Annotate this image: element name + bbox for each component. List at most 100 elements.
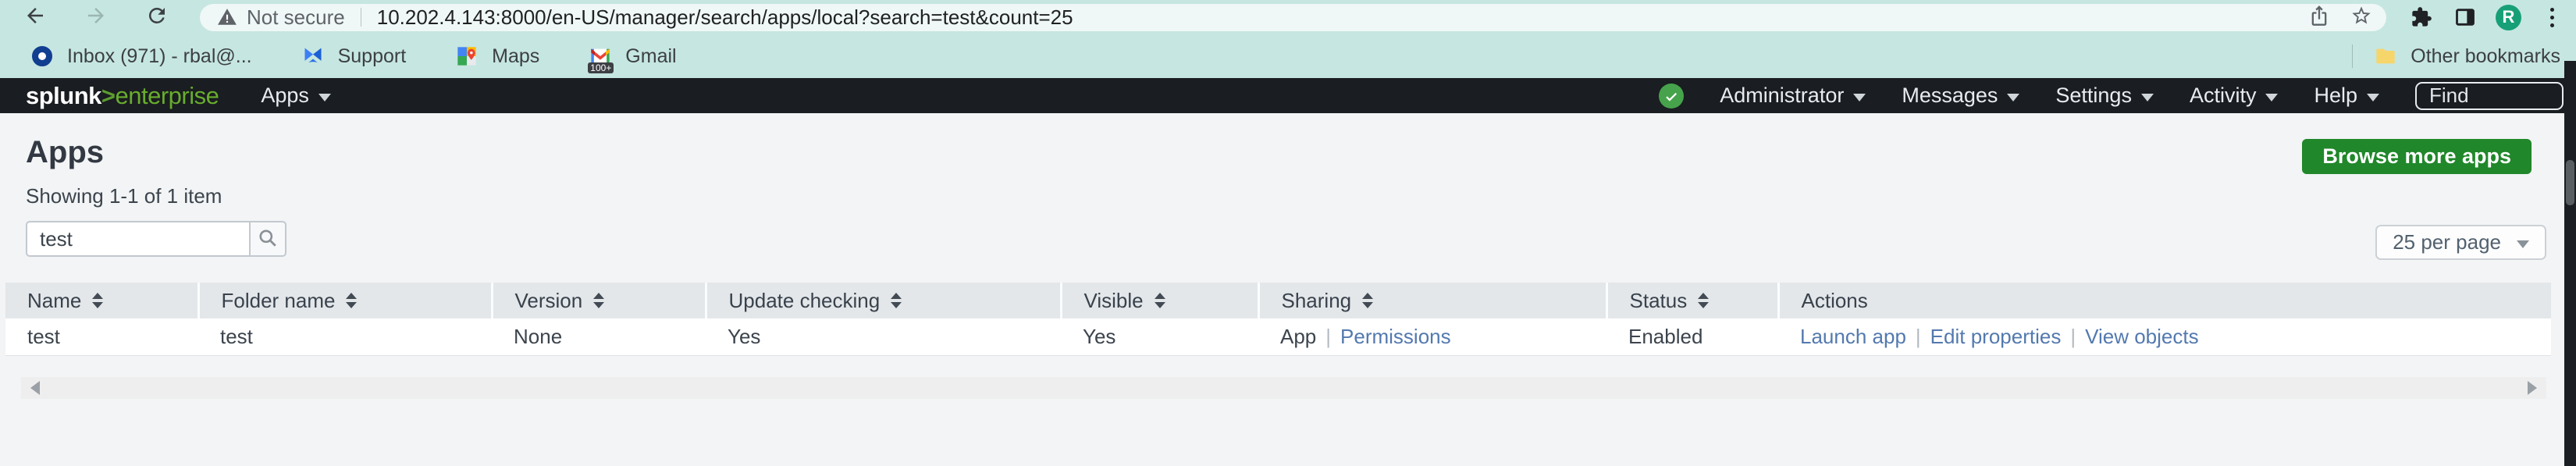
bookmark-support[interactable]: Support	[302, 44, 407, 68]
side-panel-icon[interactable]	[2452, 4, 2478, 30]
administrator-menu-label: Administrator	[1720, 84, 1845, 107]
browser-toolbar: Not secure 10.202.4.143:8000/en-US/manag…	[0, 0, 2576, 34]
sort-icon	[92, 293, 104, 308]
sort-icon	[1362, 293, 1374, 308]
cell-visible: Yes	[1061, 318, 1258, 356]
sort-icon	[1698, 293, 1710, 308]
page-title: Apps	[26, 135, 104, 169]
column-header-sharing[interactable]: Sharing	[1258, 283, 1608, 318]
bookmark-inbox[interactable]: Inbox (971) - rbal@...	[31, 45, 252, 68]
bookmarks-divider	[2352, 44, 2354, 68]
per-page-dropdown[interactable]: 25 per page	[2375, 225, 2546, 260]
chevron-down-icon	[318, 93, 331, 101]
chevron-down-icon	[2367, 93, 2379, 101]
folder-icon	[2375, 45, 2396, 67]
settings-menu[interactable]: Settings	[2055, 84, 2154, 108]
per-page-label: 25 per page	[2393, 230, 2501, 254]
column-header-status[interactable]: Status	[1606, 283, 1780, 318]
sort-icon	[1154, 293, 1165, 308]
cell-folder-name: test	[198, 318, 492, 356]
browse-more-apps-button[interactable]: Browse more apps	[2302, 139, 2532, 174]
chevron-down-icon	[2517, 240, 2529, 248]
activity-menu[interactable]: Activity	[2190, 84, 2279, 108]
browser-window: Not secure 10.202.4.143:8000/en-US/manag…	[0, 0, 2576, 466]
bookmark-maps[interactable]: Maps	[456, 45, 539, 68]
bookmark-label: Support	[337, 44, 407, 67]
scroll-right-icon[interactable]	[2528, 380, 2537, 395]
administrator-menu[interactable]: Administrator	[1720, 84, 1866, 108]
sort-icon	[346, 293, 358, 308]
back-button[interactable]	[20, 2, 50, 32]
scroll-left-icon[interactable]	[30, 380, 40, 395]
bookmark-label: Maps	[492, 44, 540, 67]
vertical-scrollbar[interactable]	[2564, 61, 2576, 466]
bookmark-label: Gmail	[625, 44, 677, 67]
maps-icon	[456, 45, 478, 67]
reload-icon	[145, 4, 169, 31]
sort-icon	[593, 293, 605, 308]
bookmark-star-icon[interactable]	[2350, 5, 2372, 30]
url-text[interactable]: 10.202.4.143:8000/en-US/manager/search/a…	[377, 5, 2296, 30]
view-objects-link[interactable]: View objects	[2085, 325, 2199, 348]
address-bar[interactable]: Not secure 10.202.4.143:8000/en-US/manag…	[200, 3, 2386, 31]
help-menu-label: Help	[2314, 84, 2357, 107]
sharing-type: App	[1280, 324, 1317, 348]
messages-menu[interactable]: Messages	[1902, 84, 2020, 108]
reload-button[interactable]	[142, 2, 172, 32]
profile-avatar[interactable]: R	[2496, 4, 2521, 30]
bookmark-label: Inbox (971) - rbal@...	[67, 44, 252, 67]
sort-icon	[891, 293, 902, 308]
splunk-logo[interactable]: splunk>enterprise	[26, 82, 219, 110]
apps-page: Apps Browse more apps Showing 1-1 of 1 i…	[0, 113, 2576, 466]
column-header-folder-name[interactable]: Folder name	[198, 283, 493, 318]
launch-app-link[interactable]: Launch app	[1800, 325, 1906, 348]
chevron-down-icon	[2007, 93, 2020, 101]
other-bookmarks-button[interactable]: Other bookmarks	[2375, 45, 2560, 68]
search-input[interactable]	[26, 221, 251, 257]
not-secure-icon	[217, 7, 237, 27]
apps-menu-label: Apps	[261, 84, 309, 107]
bookmarks-bar: Inbox (971) - rbal@... Support Maps 100+…	[0, 34, 2576, 78]
forward-icon	[84, 4, 108, 31]
cell-sharing: App | Permissions	[1258, 318, 1606, 356]
chrome-menu-icon[interactable]	[2539, 4, 2565, 30]
edit-properties-link[interactable]: Edit properties	[1930, 325, 2062, 348]
column-header-visible[interactable]: Visible	[1061, 283, 1260, 318]
cell-name: test	[5, 318, 198, 356]
search-button[interactable]	[251, 221, 286, 257]
cell-version: None	[492, 318, 706, 356]
messages-menu-label: Messages	[1902, 84, 1998, 107]
support-icon	[302, 45, 324, 67]
help-menu[interactable]: Help	[2314, 84, 2379, 108]
forward-button[interactable]	[81, 2, 111, 32]
other-bookmarks-label: Other bookmarks	[2411, 44, 2560, 67]
gmail-unread-badge: 100+	[588, 62, 614, 73]
column-header-actions: Actions	[1778, 283, 2551, 318]
permissions-link[interactable]: Permissions	[1340, 325, 1451, 348]
results-count: Showing 1-1 of 1 item	[26, 184, 222, 208]
chevron-down-icon	[1853, 93, 1866, 101]
horizontal-scrollbar[interactable]	[21, 376, 2546, 399]
column-header-name[interactable]: Name	[5, 283, 200, 318]
status-check-icon[interactable]	[1659, 83, 1685, 108]
table-row: test test None Yes Yes App | Permissions E…	[5, 318, 2551, 356]
activity-menu-label: Activity	[2189, 84, 2257, 107]
splunk-navbar: splunk>enterprise Apps Administrator Mes…	[0, 78, 2576, 113]
settings-menu-label: Settings	[2055, 84, 2132, 107]
find-input[interactable]	[2415, 81, 2564, 110]
apps-table: Name Folder name Version Update checking…	[5, 283, 2551, 356]
search-icon	[258, 228, 278, 251]
share-icon[interactable]	[2308, 5, 2330, 30]
column-header-version[interactable]: Version	[492, 283, 707, 318]
gmail-icon: 100+	[588, 45, 614, 73]
outlook-icon	[31, 45, 53, 67]
scrollbar-thumb[interactable]	[2566, 160, 2574, 205]
extensions-icon[interactable]	[2408, 4, 2435, 30]
not-secure-label[interactable]: Not secure	[247, 5, 345, 30]
cell-update-checking: Yes	[706, 318, 1061, 356]
bookmark-gmail[interactable]: 100+ Gmail	[588, 44, 677, 73]
chevron-down-icon	[2265, 93, 2279, 101]
table-header-row: Name Folder name Version Update checking…	[5, 283, 2551, 318]
apps-menu[interactable]: Apps	[261, 84, 331, 108]
column-header-update-checking[interactable]: Update checking	[706, 283, 1062, 318]
